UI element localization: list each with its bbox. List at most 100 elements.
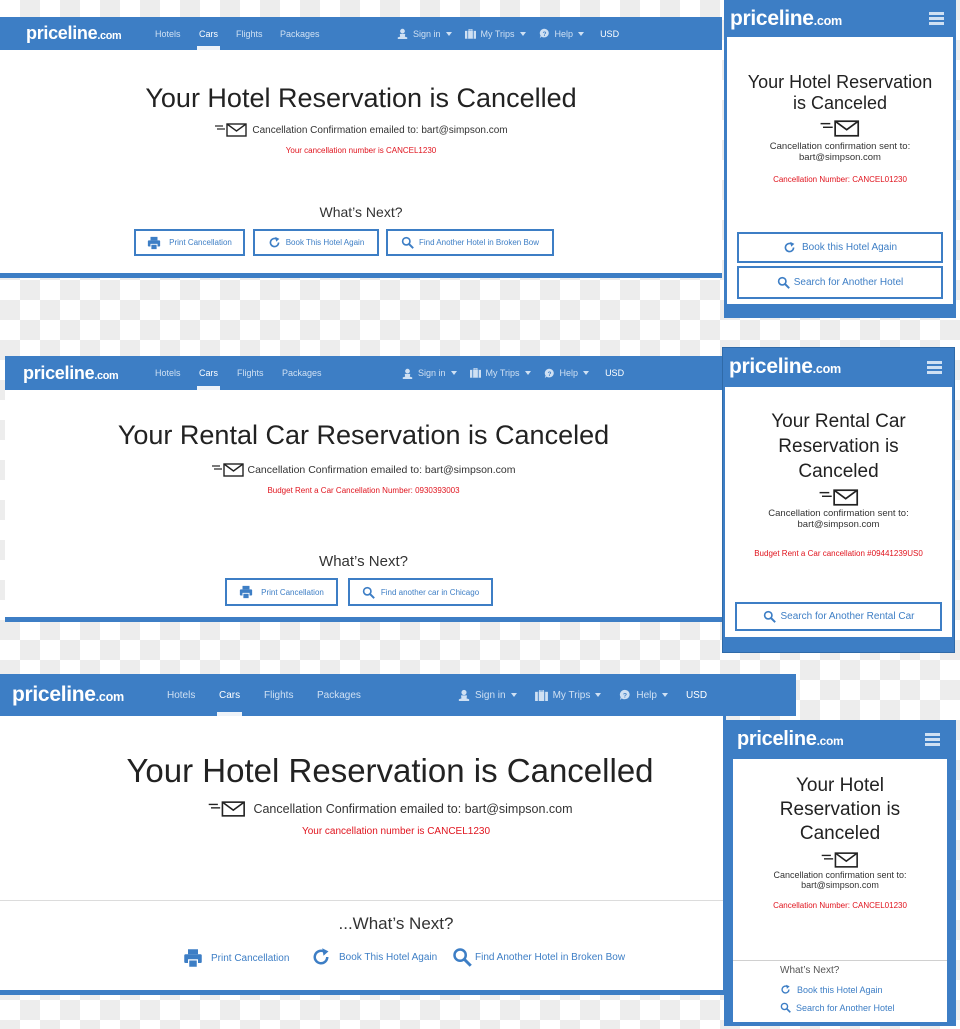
- help-menu[interactable]: Help: [539, 28, 585, 39]
- sign-in-menu[interactable]: Sign in: [402, 368, 457, 379]
- nav-hotels[interactable]: Hotels: [155, 17, 181, 50]
- desktop-car-cancel-panel: priceline.com Hotels Cars Flights Packag…: [5, 356, 722, 622]
- suitcase-icon: [470, 368, 481, 378]
- top-nav: priceline.com Hotels Cars Flights Packag…: [5, 356, 722, 390]
- my-trips-menu[interactable]: My Trips: [535, 689, 602, 701]
- email-confirmation: Cancellation Confirmation emailed to: ba…: [0, 801, 780, 817]
- mail-sent-icon: [207, 801, 247, 817]
- book-hotel-again-button[interactable]: Book This Hotel Again: [253, 229, 379, 256]
- logo-suffix: .com: [97, 30, 122, 42]
- help-label: Help: [554, 28, 574, 39]
- nav-cars[interactable]: Cars: [196, 17, 221, 50]
- suitcase-icon: [535, 690, 548, 701]
- logo-text: priceline: [729, 355, 813, 378]
- find-another-hotel-link[interactable]: Find Another Hotel in Broken Bow: [452, 947, 625, 967]
- button-label: Find another car in Chicago: [380, 587, 480, 597]
- nav-packages[interactable]: Packages: [280, 17, 320, 50]
- search-another-rental-car-button[interactable]: Search for Another Rental Car: [735, 602, 942, 631]
- search-another-hotel-link[interactable]: Search for Another Hotel: [780, 1002, 895, 1013]
- email-label: Cancellation confirmation sent to:: [768, 508, 909, 519]
- sign-in-label: Sign in: [418, 368, 446, 378]
- chevron-down-icon: [578, 31, 585, 36]
- priceline-logo[interactable]: priceline.com: [12, 683, 124, 707]
- book-hotel-again-button[interactable]: Book this Hotel Again: [737, 232, 943, 263]
- nav-packages[interactable]: Packages: [317, 674, 361, 716]
- help-menu[interactable]: Help: [619, 689, 668, 701]
- cancellation-number: Your cancellation number is CANCEL1230: [301, 826, 491, 837]
- chevron-down-icon: [661, 693, 668, 697]
- page-title: Your Hotel Reservation is Cancelled: [126, 752, 654, 789]
- email-address: bart@simpson.com: [799, 152, 881, 163]
- cancellation-number: Your cancellation number is CANCEL1230: [285, 146, 437, 155]
- nav-flights[interactable]: Flights: [236, 17, 263, 50]
- logo-text: priceline: [23, 362, 95, 383]
- cancellation-number: Cancellation Number: CANCEL01230: [773, 175, 907, 184]
- search-icon: [401, 236, 414, 249]
- priceline-logo[interactable]: priceline.com: [26, 23, 122, 44]
- printer-icon: [183, 948, 203, 968]
- refresh-icon: [268, 236, 281, 249]
- sign-in-menu[interactable]: Sign in: [397, 28, 452, 39]
- nav-hotels[interactable]: Hotels: [167, 674, 195, 716]
- search-another-hotel-button[interactable]: Search for Another Hotel: [737, 266, 943, 299]
- my-trips-label: My Trips: [552, 689, 591, 701]
- nav-hotels[interactable]: Hotels: [155, 356, 181, 390]
- mobile-hotel-cancel-panel-2: priceline.com Your Hotel Reservation is …: [724, 720, 956, 1026]
- email-address: bart@simpson.com: [797, 519, 880, 530]
- my-trips-label: My Trips: [485, 368, 520, 378]
- hamburger-menu-icon[interactable]: [929, 12, 944, 25]
- page-title-line-1: Your Hotel: [795, 775, 885, 796]
- page-title: Your Rental Car Reservation is Canceled: [117, 420, 610, 450]
- currency-selector[interactable]: USD: [600, 29, 619, 39]
- nav-flights[interactable]: Flights: [237, 356, 264, 390]
- button-label: Book this Hotel Again: [801, 242, 898, 253]
- chevron-down-icon: [595, 693, 602, 697]
- user-icon: [458, 689, 470, 701]
- email-address: bart@simpson.com: [801, 880, 879, 890]
- nav-packages[interactable]: Packages: [282, 356, 322, 390]
- print-cancellation-link[interactable]: Print Cancellation: [183, 948, 289, 968]
- logo-text: priceline: [730, 6, 814, 30]
- book-hotel-again-link[interactable]: Book This Hotel Again: [311, 947, 437, 967]
- nav-cars[interactable]: Cars: [216, 674, 243, 716]
- my-trips-menu[interactable]: My Trips: [465, 28, 526, 39]
- sign-in-menu[interactable]: Sign in: [458, 689, 517, 701]
- whats-next-heading: What’s Next?: [780, 965, 840, 976]
- logo-suffix: .com: [816, 733, 844, 748]
- desktop-hotel-2-body: Your Hotel Reservation is Cancelled Canc…: [0, 716, 726, 995]
- email-text: Cancellation Confirmation emailed to: ba…: [253, 802, 573, 816]
- nav-flights[interactable]: Flights: [264, 674, 293, 716]
- page-title: Your Hotel Reservation is Cancelled: [145, 83, 577, 113]
- find-another-car-button[interactable]: Find another car in Chicago: [348, 578, 493, 606]
- printer-icon: [239, 585, 253, 599]
- nav-cars[interactable]: Cars: [196, 356, 221, 390]
- email-label: Cancellation confirmation sent to:: [773, 870, 907, 880]
- mail-sent-icon: [214, 123, 248, 137]
- email-confirmation: Cancellation Confirmation emailed to: ba…: [5, 463, 722, 477]
- priceline-logo[interactable]: priceline.com: [730, 7, 842, 31]
- logo-suffix: .com: [812, 362, 842, 376]
- help-menu[interactable]: Help: [544, 368, 590, 379]
- find-another-hotel-button[interactable]: Find Another Hotel in Broken Bow: [386, 229, 554, 256]
- email-text: Cancellation Confirmation emailed to: ba…: [247, 464, 516, 476]
- hamburger-menu-icon[interactable]: [925, 732, 940, 746]
- logo-text: priceline: [737, 727, 817, 750]
- user-icon: [402, 368, 413, 379]
- currency-selector[interactable]: USD: [686, 690, 707, 701]
- link-label: Print Cancellation: [211, 952, 290, 964]
- mobile-hotel-cancel-panel-1: priceline.com Your Hotel Reservation is …: [724, 0, 956, 318]
- sign-in-label: Sign in: [475, 689, 506, 701]
- button-label: Search for Another Hotel: [793, 277, 904, 288]
- my-trips-menu[interactable]: My Trips: [470, 368, 531, 378]
- help-label: Help: [559, 368, 579, 378]
- chevron-down-icon: [519, 31, 526, 36]
- print-cancellation-button[interactable]: Print Cancellation: [134, 229, 245, 256]
- print-cancellation-button[interactable]: Print Cancellation: [225, 578, 338, 606]
- priceline-logo[interactable]: priceline.com: [729, 355, 841, 379]
- hamburger-menu-icon[interactable]: [927, 360, 942, 374]
- priceline-logo[interactable]: priceline.com: [737, 727, 844, 751]
- help-icon: [619, 689, 631, 701]
- currency-selector[interactable]: USD: [605, 368, 624, 378]
- book-hotel-again-link[interactable]: Book this Hotel Again: [780, 984, 883, 995]
- priceline-logo[interactable]: priceline.com: [23, 362, 119, 384]
